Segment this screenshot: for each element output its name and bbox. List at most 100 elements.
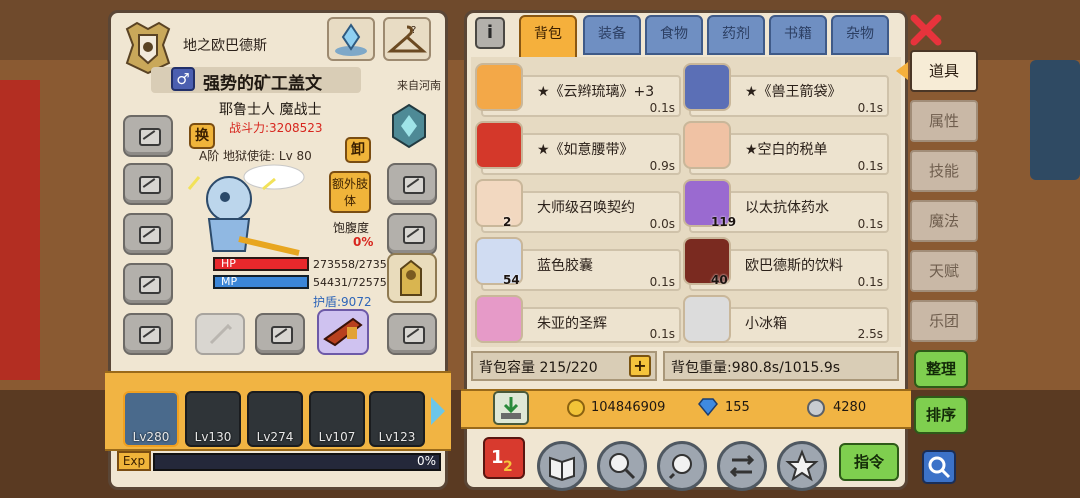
gender-male-icon: ♂ — [171, 67, 195, 91]
download-icon — [501, 397, 521, 419]
book-button[interactable] — [537, 441, 587, 491]
job-crystal-icon[interactable] — [389, 103, 429, 149]
star-icon — [785, 449, 819, 482]
satiety-value: 0% — [353, 235, 374, 249]
side-tab-talent[interactable]: 天赋 — [910, 250, 978, 292]
side-tab-items[interactable]: 道具 — [910, 50, 978, 92]
tab-potion[interactable]: 药剂 — [707, 15, 765, 55]
item-count: 40 — [711, 273, 728, 287]
order-button[interactable]: 排序 — [914, 396, 968, 434]
side-tab-attributes[interactable]: 属性 — [910, 100, 978, 142]
diamond-icon — [697, 397, 719, 421]
item-weight: 2.5s — [857, 327, 883, 341]
gold-coin-icon — [567, 399, 585, 417]
weight-text: 背包重量:980.8s/1015.9s — [671, 360, 841, 376]
tab-food[interactable]: 食物 — [645, 15, 703, 55]
character-panel: 地之欧巴德斯 ? ♂ 强势的矿工盖文 来自河南 耶鲁士人 魔战士 战斗力:320… — [105, 10, 451, 490]
command-button[interactable]: 指令 — [839, 443, 899, 481]
inventory-item[interactable]: ★《兽王箭袋》 0.1s — [683, 63, 889, 117]
side-tab-magic[interactable]: 魔法 — [910, 200, 978, 242]
inventory-panel: i 背包 装备 食物 药剂 书籍 杂物 ★《云辫琉璃》+3 0.1s ★《兽王箭… — [461, 10, 911, 491]
svg-text:?: ? — [411, 25, 416, 36]
side-tab-band[interactable]: 乐团 — [910, 300, 978, 342]
inventory-item[interactable]: 54 蓝色胶囊 0.1s — [475, 237, 681, 291]
item-weight: 0.1s — [857, 217, 883, 231]
page-select-button[interactable]: 12 — [483, 437, 525, 479]
tab-books[interactable]: 书籍 — [769, 15, 827, 55]
item-count: 54 — [503, 273, 520, 287]
inventory-item[interactable]: 小冰箱 2.5s — [683, 295, 889, 343]
capacity-text: 背包容量 215/220 — [479, 360, 598, 376]
inventory-item[interactable]: ★《云辫琉璃》+3 0.1s — [475, 63, 681, 117]
search-icon — [609, 453, 636, 480]
tab-equipment[interactable]: 装备 — [583, 15, 641, 55]
unequip-button[interactable]: 卸 — [345, 137, 371, 163]
inspect-button[interactable] — [657, 441, 707, 491]
equip-slot-8[interactable] — [387, 313, 437, 355]
character-sprite — [179, 159, 309, 267]
equip-slot-1[interactable] — [123, 115, 173, 157]
weapon-slot-equipped[interactable] — [317, 309, 369, 355]
equip-slot-3[interactable] — [123, 213, 173, 255]
hero-next-arrow-icon[interactable] — [431, 397, 445, 425]
satiety-label: 饱腹度 — [333, 221, 370, 235]
search-icon — [928, 456, 951, 479]
inventory-item[interactable]: 119 以太抗体药水 0.1s — [683, 179, 889, 233]
hero-card-2[interactable]: Lv130 — [185, 391, 241, 447]
swap-button[interactable]: 换 — [189, 123, 215, 149]
extra-body-button[interactable]: 额外肢体 — [329, 171, 371, 213]
inventory-item[interactable]: 朱亚的圣辉 0.1s — [475, 295, 681, 343]
origin-text: 来自河南 — [397, 79, 441, 92]
character-name: 强势的矿工盖文 — [203, 74, 322, 94]
weapon-slot-empty[interactable] — [195, 313, 245, 355]
equip-slot-7[interactable] — [387, 213, 437, 255]
item-icon — [475, 63, 523, 111]
inventory-item[interactable]: 2 大师级召唤契约 0.0s — [475, 179, 681, 233]
character-title: 地之欧巴德斯 — [183, 38, 267, 54]
item-weight: 0.9s — [649, 159, 675, 173]
item-name: 以太抗体药水 — [745, 200, 829, 216]
expand-capacity-button[interactable]: + — [629, 355, 651, 377]
side-tab-skills[interactable]: 技能 — [910, 150, 978, 192]
tab-misc[interactable]: 杂物 — [831, 15, 889, 55]
item-icon — [475, 295, 523, 343]
gold-value: 104846909 — [591, 400, 666, 415]
hero-card-3[interactable]: Lv274 — [247, 391, 303, 447]
silver-value: 4280 — [833, 400, 867, 415]
equip-slot-6[interactable] — [387, 163, 437, 205]
info-button[interactable]: i — [475, 17, 505, 49]
sort-button[interactable]: 整理 — [914, 350, 968, 388]
inventory-item[interactable]: ★《如意腰带》 0.9s — [475, 121, 681, 175]
close-button[interactable] — [908, 12, 944, 48]
swap-items-button[interactable] — [717, 441, 767, 491]
hero-card-4[interactable]: Lv107 — [309, 391, 365, 447]
hanger-button[interactable]: ? — [383, 17, 431, 61]
svg-text:1: 1 — [491, 447, 504, 468]
equip-slot-2[interactable] — [123, 163, 173, 205]
item-icon — [683, 121, 731, 169]
exp-label: Exp — [117, 451, 151, 471]
hp-label: HP — [221, 257, 236, 270]
favorite-button[interactable] — [777, 441, 827, 491]
equip-slot-5[interactable] — [123, 313, 173, 355]
tab-backpack[interactable]: 背包 — [519, 15, 577, 59]
hero-card-5[interactable]: Lv123 — [369, 391, 425, 447]
item-name: 朱亚的圣辉 — [537, 316, 607, 332]
extra-limb-slot[interactable] — [387, 253, 437, 303]
hp-value: 273558/2735 — [313, 258, 387, 271]
equip-slot-4[interactable] — [123, 263, 173, 305]
crystal-button[interactable] — [327, 17, 375, 61]
item-icon — [683, 295, 731, 343]
hero-card-1[interactable]: Lv280 — [123, 391, 179, 447]
book-icon — [549, 456, 575, 482]
inventory-item[interactable]: 40 欧巴德斯的饮料 0.1s — [683, 237, 889, 291]
storage-button[interactable] — [493, 391, 529, 425]
search-button[interactable] — [597, 441, 647, 491]
item-icon — [475, 179, 523, 227]
inventory-item[interactable]: ★空白的税单 0.1s — [683, 121, 889, 175]
zoom-button[interactable] — [922, 450, 956, 484]
hero-level: Lv123 — [378, 430, 416, 444]
right-decor-blue — [1030, 60, 1080, 180]
plus-icon: + — [633, 356, 647, 375]
equip-slot-9[interactable] — [255, 313, 305, 355]
